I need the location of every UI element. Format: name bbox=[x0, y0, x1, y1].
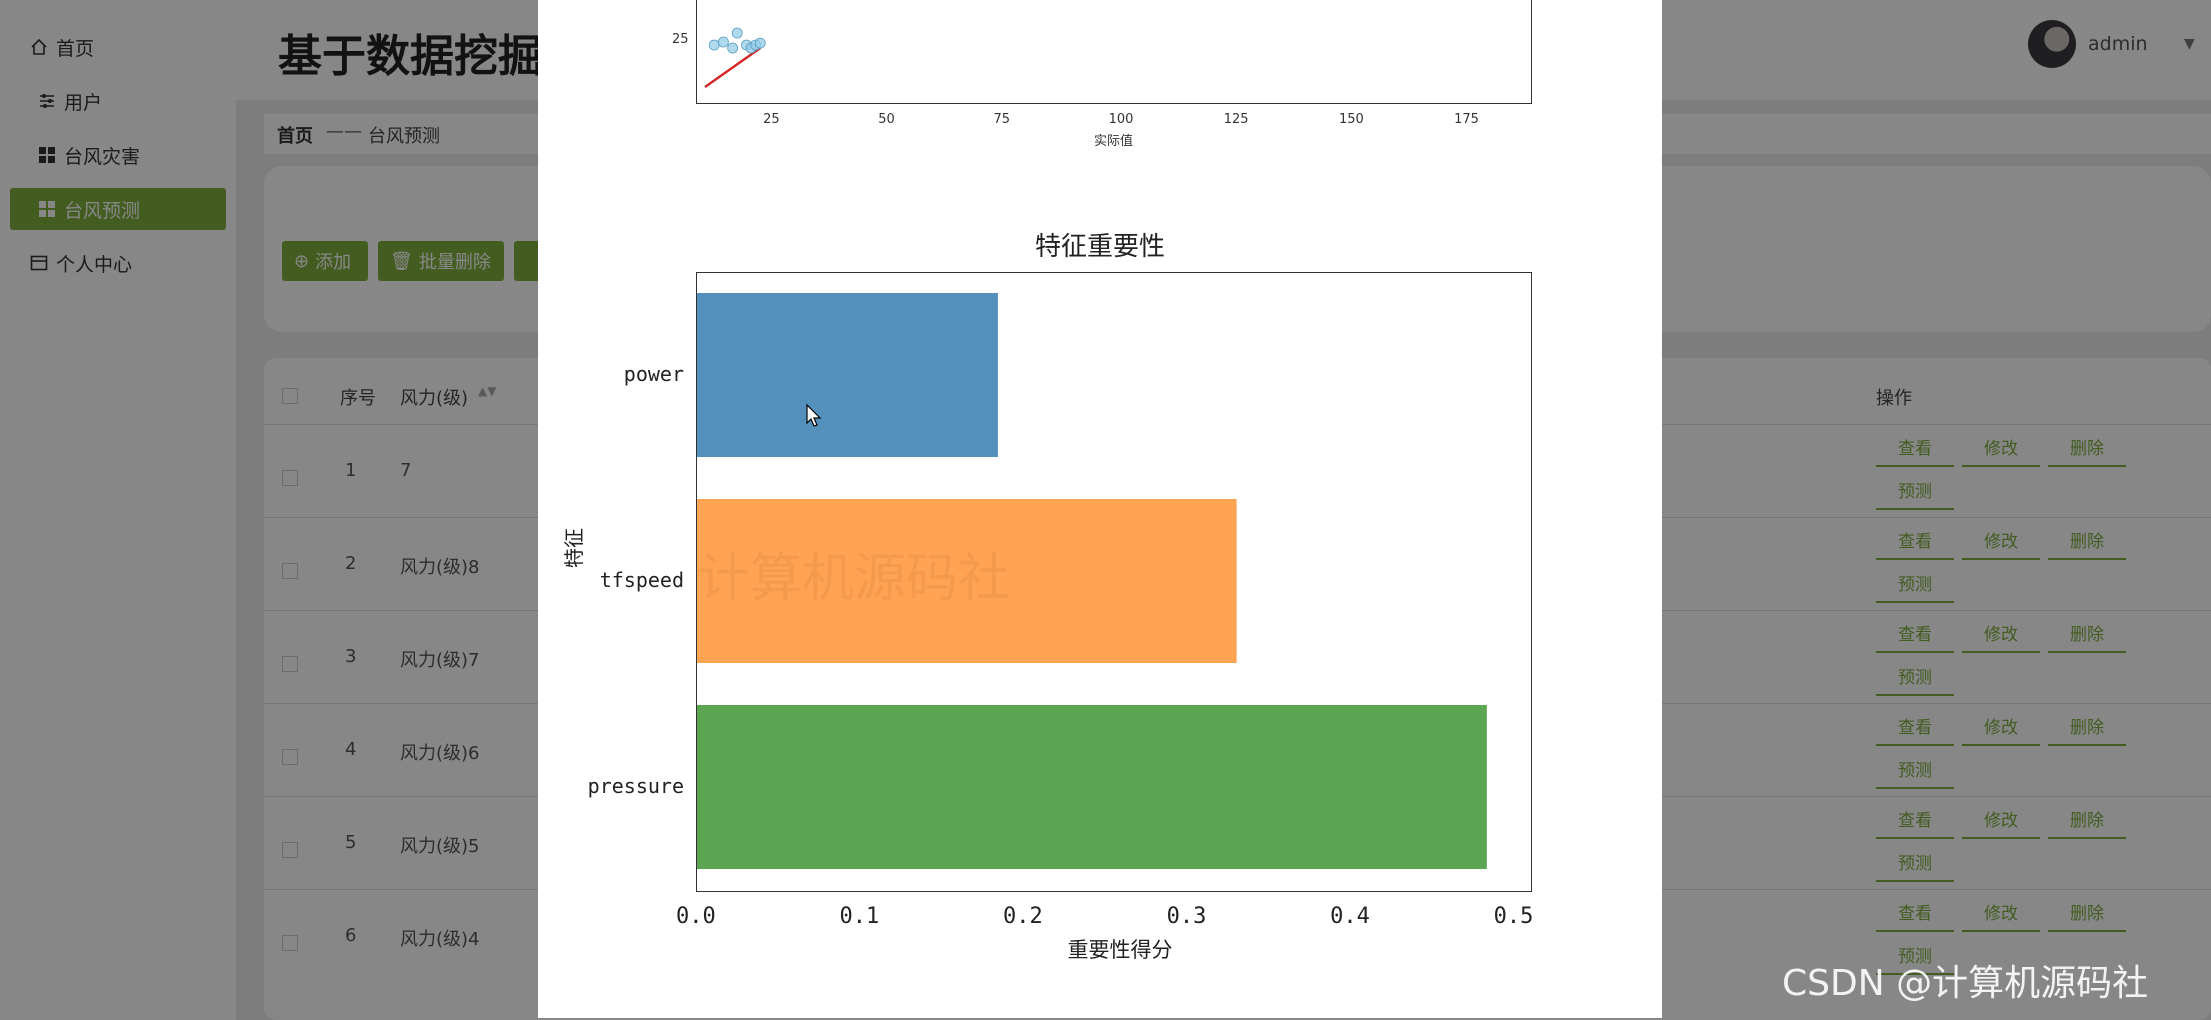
bar-xtick: 0.2 bbox=[1003, 904, 1043, 929]
scatter-plot bbox=[704, 27, 766, 88]
chart-title: 特征重要性 bbox=[1034, 232, 1165, 262]
scatter-point bbox=[727, 42, 739, 54]
scatter-xlabel: 实际值 bbox=[1094, 134, 1134, 149]
prediction-modal: 25 25 50 75 100 125 150 175 实际值 特征重要性 power tfs… bbox=[538, 0, 1662, 1018]
mouse-cursor-icon bbox=[806, 404, 822, 427]
bar-xtick: 0.3 bbox=[1166, 904, 1207, 929]
csdn-watermark: CSDN @计算机源码社 bbox=[1782, 963, 2149, 1004]
scatter-point bbox=[718, 36, 729, 48]
scatter-xtick: 125 bbox=[1223, 112, 1249, 127]
category-label: tfspeed bbox=[599, 568, 684, 592]
bar-power bbox=[697, 293, 998, 457]
scatter-xtick: 75 bbox=[993, 112, 1010, 127]
bar-xtick: 0.0 bbox=[676, 904, 716, 929]
bar-xtick: 0.1 bbox=[839, 904, 880, 929]
bar-xtick: 0.4 bbox=[1330, 904, 1370, 929]
scatter-xtick: 150 bbox=[1338, 112, 1364, 127]
scatter-ytick: 25 bbox=[672, 32, 689, 47]
scatter-xtick: 25 bbox=[763, 112, 780, 127]
scatter-plot-area bbox=[696, 0, 1532, 104]
chart-ylabel: 特征 bbox=[562, 528, 586, 568]
scatter-point bbox=[708, 39, 720, 51]
bar-pressure bbox=[697, 705, 1487, 869]
image-watermark: 计算机源码社 bbox=[698, 549, 1011, 609]
scatter-point bbox=[754, 37, 766, 49]
chart-xlabel: 重要性得分 bbox=[1067, 938, 1173, 962]
category-label: pressure bbox=[587, 774, 684, 798]
fit-line bbox=[704, 47, 761, 88]
scatter-point bbox=[731, 27, 743, 39]
bar-xtick: 0.5 bbox=[1493, 904, 1534, 929]
scatter-xtick: 50 bbox=[878, 112, 895, 127]
scatter-xtick: 100 bbox=[1108, 112, 1134, 127]
category-label: power bbox=[623, 362, 684, 386]
scatter-xtick: 175 bbox=[1454, 112, 1479, 127]
